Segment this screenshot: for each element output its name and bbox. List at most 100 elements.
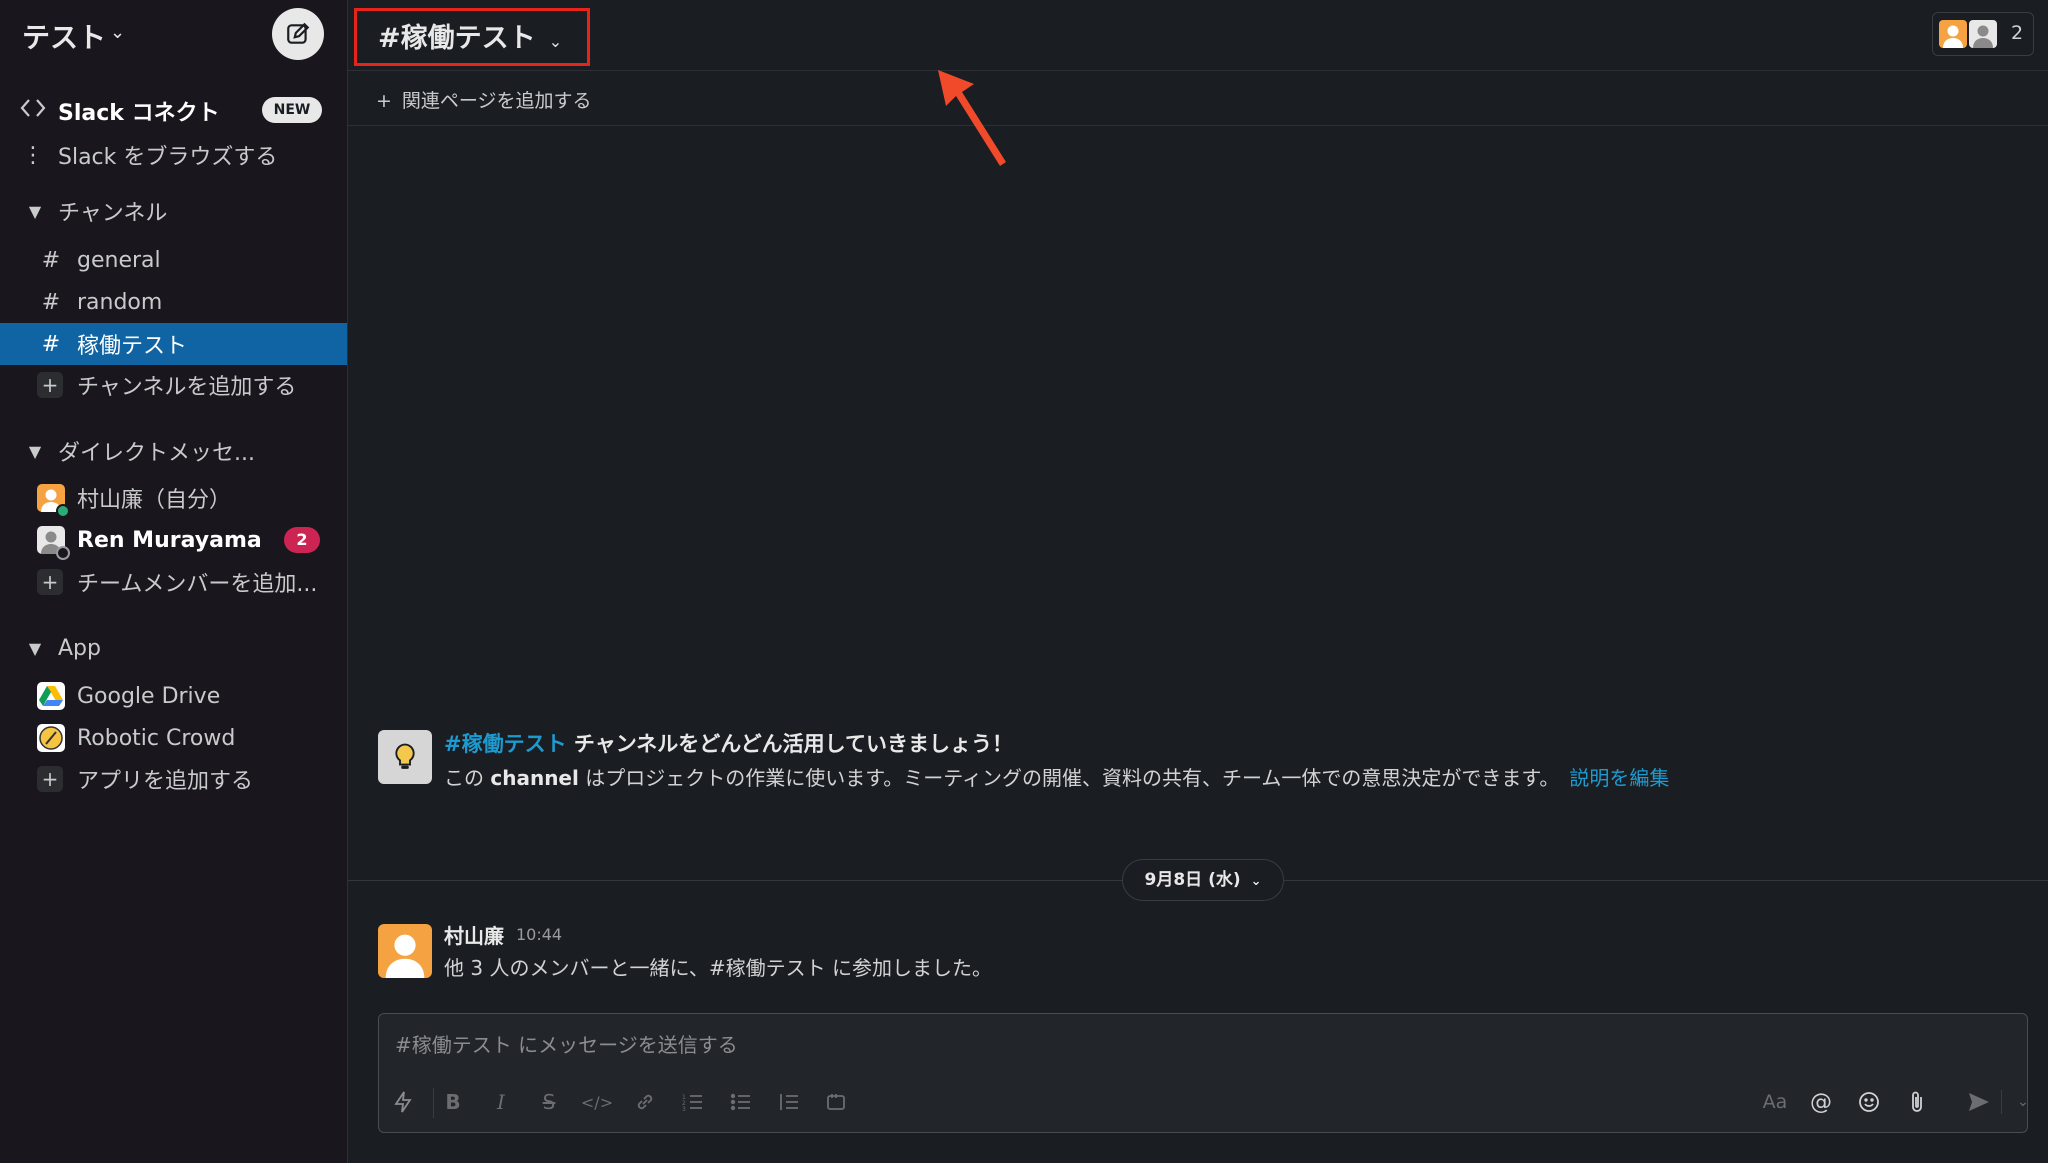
section-label: App — [58, 635, 101, 661]
emoji-icon[interactable] — [1851, 1084, 1887, 1120]
member-count: 2 — [2011, 22, 2024, 44]
compose-button[interactable] — [272, 8, 324, 60]
sidebar-item-kadou-test[interactable]: # 稼働テスト — [0, 323, 347, 365]
add-channel-label: チャンネルを追加する — [77, 375, 297, 400]
away-status-icon — [56, 546, 70, 560]
chevron-down-icon: ⌄ — [548, 32, 563, 51]
chevron-down-icon: ⌄ — [1250, 874, 1262, 889]
lightbulb-icon — [378, 730, 432, 784]
plus-icon: + — [376, 90, 392, 112]
intro-title-text: チャンネルをどんどん活用していきましょう！ — [566, 732, 1014, 756]
section-channels[interactable]: ▼ チャンネル — [0, 191, 347, 231]
avatar — [1969, 20, 1997, 48]
more-vertical-icon: ⋮ — [22, 142, 44, 168]
plus-icon: + — [37, 569, 63, 595]
dm-item-self[interactable]: 村山廉（自分） — [0, 478, 347, 518]
formatting-toggle-icon[interactable]: Aa — [1757, 1084, 1793, 1120]
compose-icon — [287, 22, 310, 44]
bold-icon[interactable]: B — [435, 1084, 471, 1120]
strikethrough-icon[interactable]: S — [531, 1084, 567, 1120]
sidebar-item-browse[interactable]: ⋮ Slack をブラウズする — [0, 135, 347, 175]
channel-intro-title: #稼働テスト チャンネルをどんどん活用していきましょう！ — [444, 728, 1013, 758]
toolbar-divider — [2001, 1090, 2002, 1114]
section-label: チャンネル — [58, 201, 168, 226]
annotation-arrow — [938, 70, 1006, 166]
message-avatar[interactable] — [378, 924, 432, 978]
mention-icon[interactable]: @ — [1803, 1084, 1839, 1120]
attachment-icon[interactable] — [1899, 1084, 1935, 1120]
workspace-header[interactable]: テスト ⌄ — [0, 0, 347, 68]
sidebar-item-label: Slack コネクト — [58, 101, 220, 126]
desc-prefix: この — [444, 766, 491, 790]
app-name: Robotic Crowd — [77, 725, 236, 751]
blockquote-icon[interactable] — [771, 1084, 807, 1120]
bulleted-list-icon[interactable] — [723, 1084, 759, 1120]
italic-icon[interactable]: I — [483, 1084, 519, 1120]
add-bookmark-button[interactable]: + 関連ページを追加する — [376, 86, 592, 113]
channel-name: random — [77, 289, 163, 315]
hash-icon: # — [41, 331, 61, 357]
ordered-list-icon[interactable]: 123 — [675, 1084, 711, 1120]
add-app-button[interactable]: + アプリを追加する — [0, 759, 347, 799]
desc-text: はプロジェクトの作業に使います。ミーティングの開催、資料の共有、チーム一体での意… — [578, 766, 1560, 790]
add-channel-button[interactable]: + チャンネルを追加する — [0, 365, 347, 405]
new-badge: NEW — [262, 97, 322, 123]
date-divider-button[interactable]: 9月8日 (水) ⌄ — [1122, 859, 1284, 901]
add-bookmark-label: 関連ページを追加する — [401, 90, 592, 112]
message-input[interactable] — [393, 1026, 1897, 1064]
app-item-robotic-crowd[interactable]: Robotic Crowd — [0, 718, 347, 758]
avatar — [1939, 20, 1967, 48]
sidebar-item-general[interactable]: # general — [0, 240, 347, 280]
channel-intro-description: この channel はプロジェクトの作業に使います。ミーティングの開催、資料の… — [444, 762, 1669, 791]
sidebar-item-random[interactable]: # random — [0, 282, 347, 322]
members-button[interactable]: 2 — [1932, 12, 2034, 56]
add-member-button[interactable]: + チームメンバーを追加... — [0, 562, 347, 602]
section-apps[interactable]: ▼ App — [0, 628, 347, 668]
plus-icon: + — [37, 766, 63, 792]
robotic-crowd-icon — [37, 724, 65, 752]
link-icon[interactable] — [627, 1084, 663, 1120]
online-status-icon — [56, 504, 70, 518]
date-label: 9月8日 (水) — [1144, 870, 1241, 890]
dm-name: 村山廉（自分） — [77, 488, 232, 513]
app-name: Google Drive — [77, 683, 221, 709]
section-direct-messages[interactable]: ▼ ダイレクトメッセ... — [0, 431, 347, 471]
send-options-chevron-icon[interactable]: ⌄ — [2005, 1084, 2041, 1120]
message-text: 他 3 人のメンバーと一緒に、#稼働テスト に参加しました。 — [444, 956, 992, 980]
svg-text:3: 3 — [682, 1106, 686, 1112]
caret-down-icon: ▼ — [28, 638, 42, 658]
caret-down-icon: ▼ — [28, 441, 42, 461]
channel-name: 稼働テスト — [77, 334, 188, 359]
plus-icon: + — [37, 372, 63, 398]
channel-title-button[interactable]: #稼働テスト ⌄ — [378, 16, 562, 55]
app-item-google-drive[interactable]: Google Drive — [0, 676, 347, 716]
channel-name: general — [77, 247, 161, 273]
shortcuts-icon[interactable] — [385, 1084, 421, 1120]
desc-bold: channel — [490, 766, 579, 790]
section-label: ダイレクトメッセ... — [58, 441, 255, 466]
toolbar-divider — [433, 1088, 434, 1118]
slack-connect-icon — [20, 98, 46, 124]
hash-icon: # — [41, 289, 61, 315]
sidebar: テスト ⌄ Slack コネクト NEW ⋮ Slack をブラウズする ▼ チ… — [0, 0, 348, 1163]
channel-header: #稼働テスト ⌄ 2 — [348, 0, 2048, 71]
send-icon[interactable] — [1961, 1084, 1997, 1120]
code-block-icon[interactable] — [819, 1084, 855, 1120]
channel-title: #稼働テスト — [378, 23, 536, 54]
workspace-name[interactable]: テスト — [22, 16, 106, 56]
message-author[interactable]: 村山廉 — [444, 920, 504, 949]
message-composer: B I S </> 123 Aa @ ⌄ — [378, 1013, 2029, 1133]
sidebar-item-label: Slack をブラウズする — [58, 145, 278, 170]
message-timestamp[interactable]: 10:44 — [516, 925, 562, 944]
add-member-label: チームメンバーを追加... — [77, 572, 318, 597]
edit-description-link[interactable]: 説明を編集 — [1569, 766, 1669, 790]
channel-view: #稼働テスト ⌄ 2 + 関連ページを追加する #稼働テスト チャンネルをどんどん… — [348, 0, 2048, 1163]
caret-down-icon: ▼ — [28, 201, 42, 221]
add-app-label: アプリを追加する — [77, 769, 254, 794]
code-icon[interactable]: </> — [579, 1084, 615, 1120]
google-drive-icon — [37, 682, 65, 710]
unread-count-badge: 2 — [284, 527, 320, 553]
channel-link[interactable]: #稼働テスト — [444, 732, 567, 756]
dm-item-ren-murayama[interactable]: Ren Murayama 2 — [0, 520, 347, 560]
bookmark-bar: + 関連ページを追加する — [348, 71, 2048, 126]
